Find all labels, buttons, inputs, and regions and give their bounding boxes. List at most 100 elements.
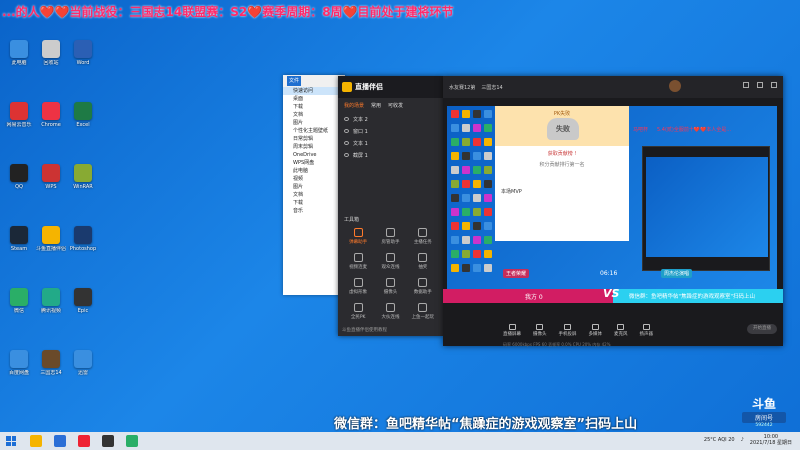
explorer-nav-item[interactable]: 图片 <box>283 183 345 191</box>
weather-readout[interactable]: 25°C AQI 20 <box>704 437 735 443</box>
assistant-tab[interactable]: 常用 <box>371 102 381 109</box>
edge-taskbar-icon[interactable] <box>54 435 66 447</box>
toolbox-item[interactable]: 抽奖 <box>407 253 439 270</box>
explorer-titlebar[interactable]: 文件 <box>283 75 345 87</box>
toolbox-item[interactable]: 视频连麦 <box>342 253 374 270</box>
explorer-nav-item[interactable]: 桌面 <box>283 95 345 103</box>
desktop-icon[interactable]: Chrome <box>36 102 66 134</box>
mini-desktop-icon <box>462 222 470 230</box>
desktop-icon[interactable]: 微信 <box>4 288 34 320</box>
volume-icon[interactable]: ♪ <box>741 437 744 443</box>
assistant-tab[interactable]: 可收发 <box>388 102 403 109</box>
explorer-file-tab[interactable]: 文件 <box>287 76 301 86</box>
explorer-nav-item[interactable]: 周末剪辑 <box>283 143 345 151</box>
eye-icon[interactable] <box>344 153 349 157</box>
file-explorer-taskbar-icon[interactable] <box>30 435 42 447</box>
windows-start-icon[interactable] <box>4 434 18 448</box>
desktop-icon[interactable]: 网易云音乐 <box>4 102 34 134</box>
desktop-icon[interactable]: 迅雷 <box>68 350 98 382</box>
eye-icon[interactable] <box>344 141 349 145</box>
desktop-icon[interactable]: Epic <box>68 288 98 320</box>
desktop-icon[interactable]: Photoshop <box>68 226 98 258</box>
desktop-icon[interactable]: 此电脑 <box>4 40 34 72</box>
toolbox-item[interactable]: 大伙连线 <box>374 303 406 320</box>
maximize-icon[interactable] <box>757 82 763 88</box>
explorer-nav-item[interactable]: WPS网盘 <box>283 159 345 167</box>
mini-desktop-icon <box>473 138 481 146</box>
desktop-icon[interactable]: 回收站 <box>36 40 66 72</box>
toolbox-item[interactable]: 主播任务 <box>407 228 439 245</box>
app-icon <box>74 350 92 368</box>
toolbox-item[interactable]: 弹幕助手 <box>342 228 374 245</box>
capture-source-button[interactable]: 直播屏幕 <box>503 323 521 337</box>
preview-tab[interactable]: 水友赛12第 <box>449 84 475 91</box>
desktop-icon[interactable]: 百度网盘 <box>4 350 34 382</box>
taskbar-clock[interactable]: 10:00 2021/7/18 星期日 <box>750 434 792 446</box>
assistant-tutorial-link[interactable]: 斗鱼直播伴侣使用教程 <box>342 327 387 333</box>
streaming-assistant-panel[interactable]: 直播伴侣 我的场景 常用 可收发 文本 2 窗口 1 文本 1 截屏 1 工具箱 弹幕助手… <box>338 76 443 336</box>
explorer-nav-item[interactable]: 视频 <box>283 175 345 183</box>
desktop-icon-label: Word <box>76 60 90 66</box>
scene-layer-item[interactable]: 窗口 1 <box>338 125 443 137</box>
wechat-taskbar-icon[interactable] <box>126 435 138 447</box>
scene-layer-item[interactable]: 文本 1 <box>338 137 443 149</box>
explorer-nav-item[interactable]: 此电脑 <box>283 167 345 175</box>
explorer-nav-item[interactable]: 快速访问 <box>283 87 345 95</box>
desktop-icon[interactable]: QQ <box>4 164 34 196</box>
mini-desktop-icon <box>473 194 481 202</box>
toolbox-item[interactable]: 虚拟形象 <box>342 278 374 295</box>
scene-layer-item[interactable]: 截屏 1 <box>338 149 443 161</box>
capture-source-button[interactable]: 麦克风 <box>614 323 628 337</box>
explorer-nav-item[interactable]: 个性化主题壁纸 <box>283 127 345 135</box>
desktop-icon[interactable]: 腾讯视频 <box>36 288 66 320</box>
explorer-nav-item[interactable]: 文档 <box>283 191 345 199</box>
avatar[interactable] <box>669 80 681 92</box>
explorer-nav-item[interactable]: 日常剪辑 <box>283 135 345 143</box>
toolbox-item[interactable]: 观众连线 <box>374 253 406 270</box>
source-label: 手机投屏 <box>558 331 577 337</box>
desktop-icon[interactable]: 斗鱼直播伴侣 <box>36 226 66 258</box>
layer-label: 截屏 1 <box>353 152 368 159</box>
eye-icon[interactable] <box>344 117 349 121</box>
pk-right-user: 周杰伦演唱 <box>661 269 693 278</box>
app-icon <box>10 288 28 306</box>
toolbox-item[interactable]: 数据助手 <box>407 278 439 295</box>
mini-desktop-icon <box>473 152 481 160</box>
source-label: 摄像头 <box>533 331 547 337</box>
toolbox-item[interactable]: 上鱼一起玩 <box>407 303 439 320</box>
desktop-icon[interactable]: 三国志14 <box>36 350 66 382</box>
capture-source-button[interactable]: 手机投屏 <box>558 323 577 337</box>
explorer-nav-item[interactable]: 音乐 <box>283 207 345 215</box>
start-live-button[interactable]: 开始直播 <box>747 324 777 334</box>
capture-source-button[interactable]: 多媒体 <box>589 323 602 337</box>
mini-desktop-icon <box>451 194 459 202</box>
close-icon[interactable] <box>771 82 777 88</box>
capture-source-button[interactable]: 摄像头 <box>533 323 547 337</box>
live-preview-window[interactable]: 水友赛12第 三国志14 PK失败 失败 获取贡献榜 ! 积分贡献排行第一名 本场… <box>443 76 783 347</box>
capture-source-button[interactable]: 扬声器 <box>640 323 653 337</box>
eye-icon[interactable] <box>344 129 349 133</box>
desktop-icon[interactable]: WinRAR <box>68 164 98 196</box>
mini-desktop-icon <box>462 152 470 160</box>
explorer-nav-item[interactable]: 图片 <box>283 119 345 127</box>
minimize-icon[interactable] <box>743 82 749 88</box>
toolbox-item[interactable]: 全民PK <box>342 303 374 320</box>
scene-layer-item[interactable]: 文本 2 <box>338 113 443 125</box>
toolbox-item[interactable]: 房管助手 <box>374 228 406 245</box>
explorer-nav-item[interactable]: 文档 <box>283 111 345 119</box>
desktop-icon[interactable]: WPS <box>36 164 66 196</box>
app-icon <box>10 164 28 182</box>
assistant-tab[interactable]: 我的场景 <box>344 102 364 109</box>
explorer-nav-item[interactable]: 下载 <box>283 199 345 207</box>
toolbox-item[interactable]: 摄像头 <box>374 278 406 295</box>
streaming-taskbar-icon[interactable] <box>102 435 114 447</box>
pk-result-panel: PK失败 失败 获取贡献榜 ! 积分贡献排行第一名 本场MVP <box>495 106 629 241</box>
desktop-icon[interactable]: Word <box>68 40 98 72</box>
wps-taskbar-icon[interactable] <box>78 435 90 447</box>
explorer-nav-item[interactable]: 下载 <box>283 103 345 111</box>
explorer-nav-item[interactable]: OneDrive <box>283 151 345 159</box>
file-explorer-window[interactable]: 文件 快速访问 桌面 下载 文档 图片 个性化主题壁纸 日常剪辑 周末剪辑 OneDrive WP… <box>283 75 345 295</box>
preview-tab[interactable]: 三国志14 <box>481 84 502 91</box>
desktop-icon[interactable]: Excel <box>68 102 98 134</box>
desktop-icon[interactable]: Steam <box>4 226 34 258</box>
